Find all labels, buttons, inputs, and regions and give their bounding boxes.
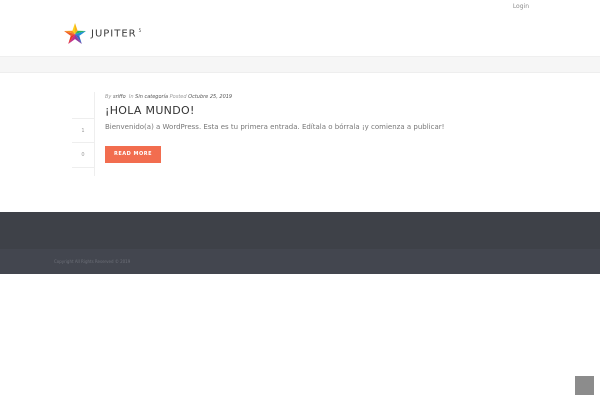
logo-version: 5 bbox=[138, 27, 143, 33]
page-title-band bbox=[0, 57, 600, 73]
likes-count[interactable]: 1 bbox=[72, 118, 94, 143]
scroll-to-top-button[interactable] bbox=[575, 376, 594, 395]
post-excerpt: Bienvenido(a) a WordPress. Esta es tu pr… bbox=[105, 123, 445, 131]
top-bar: Login bbox=[0, 0, 600, 14]
blog-post: 1 0 By sriffo In Sin categoría Posted Oc… bbox=[72, 92, 472, 176]
logo-text: JUPITER 5 bbox=[91, 27, 143, 40]
post-title[interactable]: ¡HOLA MUNDO! bbox=[105, 104, 195, 117]
colorful-star-icon bbox=[64, 23, 86, 44]
post-category-link[interactable]: Sin categoría bbox=[135, 94, 168, 100]
site-logo[interactable]: JUPITER 5 bbox=[64, 23, 142, 44]
post-meta: By sriffo In Sin categoría Posted Octubr… bbox=[105, 94, 232, 100]
page: Login JUPITER 5 1 0 By sriffo In Sin cat… bbox=[0, 0, 600, 400]
read-more-button[interactable]: READ MORE bbox=[105, 146, 161, 163]
post-side-meta: 1 0 bbox=[72, 92, 95, 176]
meta-in-prefix: In bbox=[128, 94, 134, 100]
comments-count[interactable]: 0 bbox=[72, 142, 94, 168]
site-header: JUPITER 5 bbox=[0, 14, 600, 57]
login-link[interactable]: Login bbox=[513, 3, 529, 10]
post-date[interactable]: Octubre 25, 2019 bbox=[188, 94, 232, 100]
copyright-text: Copyright All Rights Reserved © 2019 bbox=[54, 259, 131, 264]
site-footer bbox=[0, 212, 600, 249]
meta-by-prefix: By bbox=[105, 94, 112, 100]
sub-footer: Copyright All Rights Reserved © 2019 bbox=[0, 249, 600, 274]
post-author-link[interactable]: sriffo bbox=[113, 94, 126, 100]
meta-posted-prefix: Posted bbox=[169, 94, 187, 100]
